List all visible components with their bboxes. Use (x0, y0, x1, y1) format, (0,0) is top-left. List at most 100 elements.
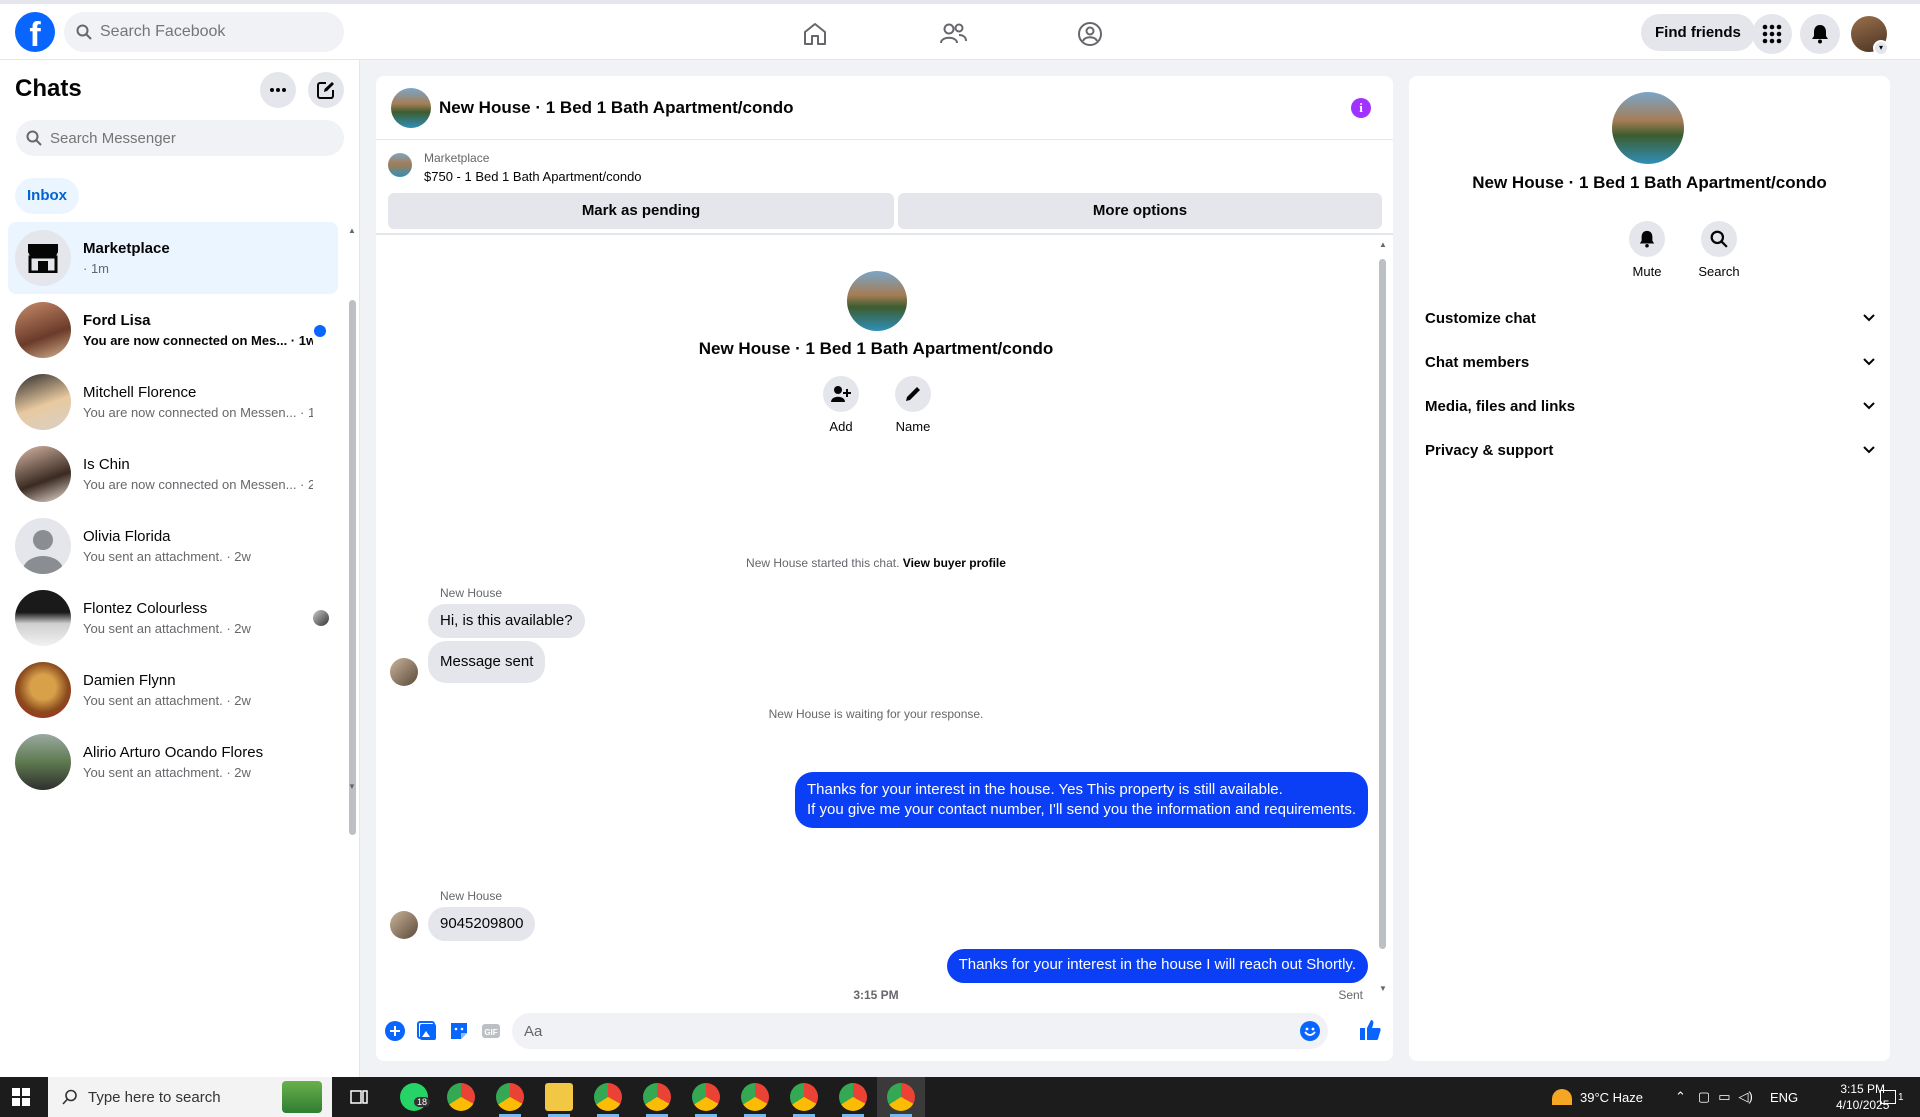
network-icon[interactable]: ▭ (1718, 1089, 1730, 1105)
details-avatar[interactable] (1612, 92, 1684, 164)
chat-list-scrollbar[interactable] (349, 300, 356, 835)
privacy-support-section[interactable]: Privacy & support (1425, 428, 1875, 472)
chat-item-ford-lisa[interactable]: Ford Lisa You are now connected on Mes..… (8, 294, 338, 366)
volume-icon[interactable]: ◁) (1739, 1089, 1753, 1105)
listing-thumbnail[interactable] (388, 153, 412, 177)
messenger-search-box[interactable] (16, 120, 344, 156)
message-input[interactable] (512, 1013, 1328, 1049)
chrome-profile-icon[interactable] (496, 1083, 524, 1111)
meet-now-icon[interactable]: ▢ (1698, 1089, 1710, 1105)
groups-icon[interactable] (1070, 14, 1110, 54)
home-icon[interactable] (795, 14, 835, 54)
taskbar-search-box[interactable]: Type here to search (48, 1077, 332, 1117)
chat-item-is-chin[interactable]: Is Chin You are now connected on Messen.… (8, 438, 338, 510)
language-indicator[interactable]: ENG (1770, 1077, 1798, 1117)
search-in-chat-button[interactable]: Search (1684, 221, 1754, 279)
messenger-search-input[interactable] (50, 129, 300, 147)
search-icon (26, 130, 42, 146)
new-message-icon[interactable] (308, 72, 344, 108)
find-friends-button[interactable]: Find friends (1641, 14, 1755, 51)
incoming-message[interactable]: Hi, is this available? (428, 604, 585, 638)
inbox-tab[interactable]: Inbox (15, 178, 79, 214)
sticker-icon[interactable] (448, 1020, 470, 1042)
scroll-down-arrow-icon[interactable]: ▼ (1379, 984, 1387, 993)
conversation-title[interactable]: New House · 1 Bed 1 Bath Apartment/condo (439, 98, 794, 118)
incoming-message[interactable]: Message sent (428, 641, 546, 683)
image-attach-icon[interactable] (416, 1020, 438, 1042)
mute-button[interactable]: Mute (1612, 221, 1682, 279)
chat-item-damien-flynn[interactable]: Damien Flynn You sent an attachment. · 2… (8, 654, 338, 726)
add-people-button[interactable]: Add (806, 376, 876, 434)
notifications-icon[interactable]: 1 (1880, 1077, 1904, 1117)
grid-menu-icon[interactable] (1752, 14, 1792, 54)
thumbs-up-icon[interactable] (1359, 1019, 1381, 1041)
conversation-avatar[interactable] (391, 87, 431, 128)
chat-members-section[interactable]: Chat members (1425, 340, 1875, 384)
scroll-down-arrow-icon[interactable]: ▼ (348, 782, 356, 791)
chat-preview: You are now connected on Messen... · 1w (83, 405, 313, 420)
avatar (15, 590, 71, 646)
marketplace-label: Marketplace (424, 151, 490, 165)
task-view-icon[interactable] (350, 1088, 368, 1106)
chrome-icon[interactable] (447, 1083, 475, 1111)
bell-icon[interactable] (1800, 14, 1840, 54)
section-label: Customize chat (1425, 309, 1536, 327)
unread-indicator (314, 325, 326, 337)
emoji-icon[interactable] (1299, 1020, 1321, 1042)
hero-avatar (847, 271, 907, 331)
facebook-logo-icon[interactable]: f (15, 12, 55, 52)
chat-item-alirio-arturo-ocando-flores[interactable]: Alirio Arturo Ocando Flores You sent an … (8, 726, 338, 798)
avatar (15, 662, 71, 718)
section-label: Chat members (1425, 353, 1530, 371)
info-icon[interactable]: i (1351, 98, 1371, 118)
chevron-up-icon[interactable]: ⌃ (1675, 1089, 1686, 1105)
name-chat-button[interactable]: Name (878, 376, 948, 434)
facebook-search-box[interactable] (64, 12, 344, 52)
listing-title[interactable]: $750 - 1 Bed 1 Bath Apartment/condo (424, 169, 642, 184)
chat-preview: You sent an attachment. · 2w (83, 693, 251, 708)
message-timestamp: 3:15 PM (853, 988, 899, 1002)
weather-widget[interactable]: 39°C Haze (1552, 1077, 1643, 1117)
chat-item-flontez-colourless[interactable]: Flontez Colourless You sent an attachmen… (8, 582, 338, 654)
scroll-up-arrow-icon[interactable]: ▲ (348, 226, 356, 235)
scroll-up-arrow-icon[interactable]: ▲ (1379, 240, 1387, 249)
name-label: Name (895, 419, 931, 434)
thread-scrollbar[interactable] (1379, 259, 1386, 949)
gif-icon[interactable]: GIF (480, 1020, 502, 1042)
media-files-links-section[interactable]: Media, files and links (1425, 384, 1875, 428)
chat-started-notice: New House started this chat. View buyer … (376, 556, 1376, 570)
chrome-profile-icon[interactable] (643, 1083, 671, 1111)
chrome-profile-icon[interactable] (594, 1083, 622, 1111)
more-options-icon[interactable] (260, 72, 296, 108)
file-explorer-icon[interactable] (545, 1083, 573, 1111)
chrome-profile-icon[interactable] (839, 1083, 867, 1111)
chevron-down-icon (1863, 402, 1875, 410)
taskbar-search-placeholder: Type here to search (88, 1088, 221, 1106)
facebook-search-input[interactable] (100, 23, 300, 41)
bell-icon (1639, 230, 1655, 248)
chats-title: Chats (15, 75, 82, 102)
chrome-profile-icon[interactable] (692, 1083, 720, 1111)
chrome-profile-icon[interactable] (790, 1083, 818, 1111)
chevron-down-icon[interactable]: ▾ (1873, 40, 1889, 56)
chat-item-olivia-florida[interactable]: Olivia Florida You sent an attachment. ·… (8, 510, 338, 582)
chat-name: Marketplace (83, 240, 170, 257)
sender-avatar[interactable] (390, 911, 418, 939)
more-options-button[interactable]: More options (898, 193, 1382, 229)
customize-chat-section[interactable]: Customize chat (1425, 296, 1875, 340)
plus-icon[interactable] (384, 1020, 406, 1042)
incoming-message[interactable]: 9045209800 (428, 907, 536, 941)
chat-item-marketplace[interactable]: Marketplace · 1m (8, 222, 338, 294)
outgoing-message[interactable]: Thanks for your interest in the house. Y… (795, 772, 1368, 828)
chat-item-mitchell-florence[interactable]: Mitchell Florence You are now connected … (8, 366, 338, 438)
chrome-profile-icon[interactable] (887, 1083, 915, 1111)
chrome-profile-icon[interactable] (741, 1083, 769, 1111)
mark-as-pending-button[interactable]: Mark as pending (388, 193, 894, 229)
tray-icons[interactable]: ⌃ ▢ ▭ ◁) (1675, 1077, 1753, 1117)
outgoing-message[interactable]: Thanks for your interest in the house I … (946, 949, 1368, 983)
view-buyer-profile-link[interactable]: View buyer profile (903, 556, 1006, 570)
windows-start-icon[interactable] (12, 1088, 30, 1106)
chat-preview: You are now connected on Messen... · 2w (83, 477, 313, 492)
friends-icon[interactable] (933, 14, 973, 54)
sender-avatar[interactable] (390, 658, 418, 686)
